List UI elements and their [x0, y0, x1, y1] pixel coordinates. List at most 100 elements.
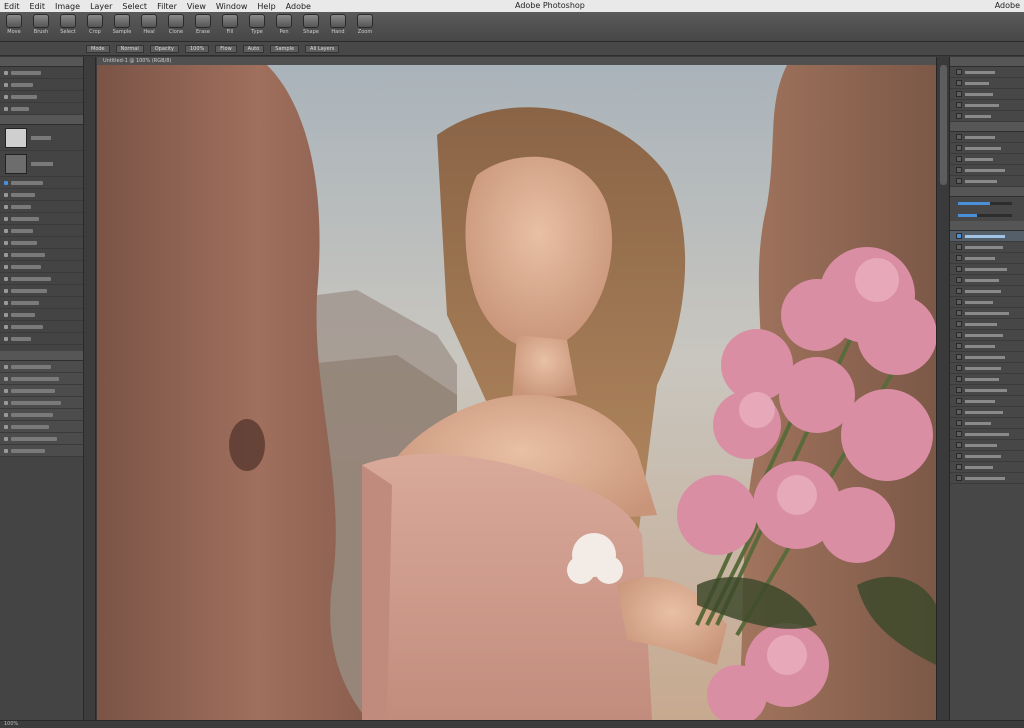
layer-row[interactable]: [950, 462, 1024, 473]
layer-visibility-icon[interactable]: [4, 412, 8, 417]
panel-row[interactable]: [950, 111, 1024, 122]
option-control[interactable]: Normal: [115, 44, 144, 53]
menu-item[interactable]: Help: [257, 2, 275, 11]
adjustment-slider[interactable]: [950, 197, 1024, 209]
panel-row[interactable]: [0, 67, 83, 79]
layer-row[interactable]: [950, 352, 1024, 363]
tool-button[interactable]: Heal: [137, 13, 161, 40]
panel-row[interactable]: [0, 333, 83, 345]
layer-row[interactable]: [0, 409, 83, 421]
panel-row[interactable]: [950, 100, 1024, 111]
layer-row[interactable]: [0, 361, 83, 373]
panel-row[interactable]: [0, 273, 83, 285]
tool-button[interactable]: Hand: [326, 13, 350, 40]
option-control[interactable]: All Layers: [305, 44, 340, 53]
tool-button[interactable]: Pen: [272, 13, 296, 40]
menu-item[interactable]: View: [187, 2, 206, 11]
menu-item[interactable]: Adobe: [286, 2, 311, 11]
menu-item[interactable]: Layer: [90, 2, 112, 11]
panel-header[interactable]: [950, 187, 1024, 197]
option-control[interactable]: Flow: [215, 44, 237, 53]
menu-item[interactable]: Select: [122, 2, 147, 11]
layer-row[interactable]: [0, 385, 83, 397]
vertical-scrollbar[interactable]: [936, 57, 950, 720]
panel-row[interactable]: [0, 91, 83, 103]
option-control[interactable]: Mode: [86, 44, 110, 53]
menu-item[interactable]: Filter: [157, 2, 177, 11]
slider-track[interactable]: [958, 213, 1012, 217]
panel-header[interactable]: [0, 57, 83, 67]
tool-button[interactable]: Clone: [164, 13, 188, 40]
slider-track[interactable]: [958, 201, 1012, 205]
layer-row[interactable]: [950, 396, 1024, 407]
layer-visibility-icon[interactable]: [4, 436, 8, 441]
layer-row[interactable]: [950, 429, 1024, 440]
panel-row[interactable]: [0, 177, 83, 189]
panel-header[interactable]: [950, 122, 1024, 132]
layer-visibility-icon[interactable]: [4, 448, 8, 453]
panel-row[interactable]: [950, 67, 1024, 78]
menu-item[interactable]: Edit: [4, 2, 20, 11]
panel-row[interactable]: [0, 249, 83, 261]
layer-row[interactable]: [950, 286, 1024, 297]
panel-row[interactable]: [950, 132, 1024, 143]
layer-row[interactable]: [0, 421, 83, 433]
panel-row[interactable]: [950, 154, 1024, 165]
layer-row[interactable]: [0, 373, 83, 385]
panel-row[interactable]: [0, 213, 83, 225]
panel-row[interactable]: [0, 225, 83, 237]
swatch-row[interactable]: [0, 125, 83, 151]
layer-row[interactable]: [0, 397, 83, 409]
layer-row[interactable]: [950, 308, 1024, 319]
tool-button[interactable]: Erase: [191, 13, 215, 40]
tool-button[interactable]: Select: [56, 13, 80, 40]
panel-row[interactable]: [0, 103, 83, 115]
option-control[interactable]: 100%: [184, 44, 210, 53]
layer-visibility-icon[interactable]: [4, 364, 8, 369]
layer-row[interactable]: [950, 264, 1024, 275]
tool-button[interactable]: Zoom: [353, 13, 377, 40]
layer-row[interactable]: [950, 275, 1024, 286]
layer-row[interactable]: [950, 330, 1024, 341]
panel-row[interactable]: [0, 309, 83, 321]
panel-header[interactable]: [0, 351, 83, 361]
tool-button[interactable]: Brush: [29, 13, 53, 40]
layer-row[interactable]: [950, 451, 1024, 462]
tool-button[interactable]: Move: [2, 13, 26, 40]
menu-item[interactable]: Edit: [30, 2, 46, 11]
panel-row[interactable]: [0, 189, 83, 201]
panel-row[interactable]: [0, 261, 83, 273]
layer-row[interactable]: [0, 445, 83, 457]
radio-icon[interactable]: [4, 180, 8, 185]
swatch-thumbnail[interactable]: [5, 127, 27, 148]
left-collapsed-strip[interactable]: [84, 57, 96, 720]
panel-row[interactable]: [0, 237, 83, 249]
document-canvas-area[interactable]: Untitled-1 @ 100% (RGB/8): [97, 57, 936, 720]
layer-row[interactable]: [950, 418, 1024, 429]
layer-row-selected[interactable]: [950, 231, 1024, 242]
layer-row[interactable]: [950, 407, 1024, 418]
tool-button[interactable]: Shape: [299, 13, 323, 40]
menu-item[interactable]: Image: [55, 2, 80, 11]
canvas-photo[interactable]: [97, 65, 936, 720]
layer-row[interactable]: [950, 440, 1024, 451]
layer-row[interactable]: [950, 374, 1024, 385]
panel-row[interactable]: [950, 89, 1024, 100]
layer-row[interactable]: [950, 385, 1024, 396]
swatch-thumbnail[interactable]: [5, 153, 27, 174]
panel-row[interactable]: [0, 201, 83, 213]
layer-row[interactable]: [950, 297, 1024, 308]
document-tab[interactable]: Untitled-1 @ 100% (RGB/8): [97, 57, 936, 65]
layer-row[interactable]: [950, 242, 1024, 253]
layer-row[interactable]: [950, 253, 1024, 264]
tool-button[interactable]: Fill: [218, 13, 242, 40]
tool-button[interactable]: Crop: [83, 13, 107, 40]
option-control[interactable]: Auto: [242, 44, 265, 53]
adjustment-slider[interactable]: [950, 209, 1024, 221]
layer-row[interactable]: [950, 473, 1024, 484]
scrollbar-thumb[interactable]: [940, 65, 947, 185]
panel-row[interactable]: [950, 165, 1024, 176]
layer-visibility-icon[interactable]: [4, 400, 8, 405]
layer-row[interactable]: [950, 363, 1024, 374]
menu-item[interactable]: Window: [216, 2, 248, 11]
